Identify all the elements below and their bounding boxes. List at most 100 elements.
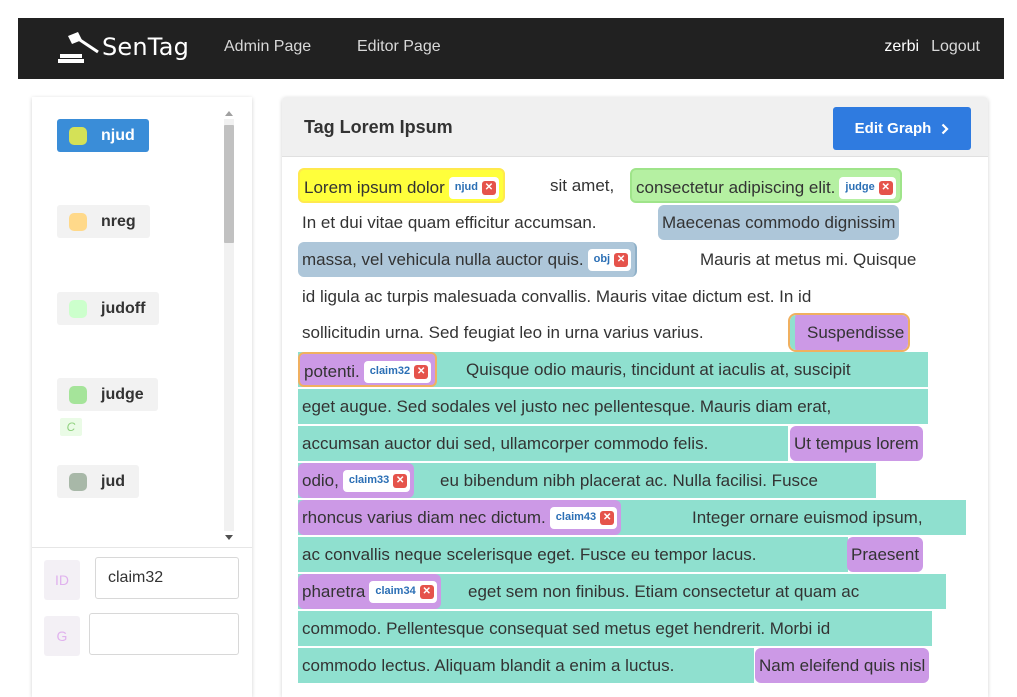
- nav-admin-page[interactable]: Admin Page: [224, 38, 311, 56]
- panel-title: Tag Lorem Ipsum: [304, 117, 453, 137]
- tag-span-obj[interactable]: Maecenas commodo dignissim: [658, 205, 900, 240]
- chip-label: njud: [454, 181, 478, 194]
- g-field-label: G: [44, 616, 80, 656]
- brand[interactable]: SenTag: [58, 30, 189, 64]
- panel-header: Tag Lorem Ipsum Edit Graph: [282, 97, 988, 157]
- span-text: massa, vel vehicula nulla auctor quis.: [302, 250, 584, 269]
- tag-sidebar: njud nreg judoff judge C jud ID G: [32, 97, 252, 697]
- edit-graph-button[interactable]: Edit Graph: [833, 107, 971, 150]
- brand-name: SenTag: [102, 33, 190, 61]
- tag-span-njud[interactable]: Lorem ipsum dolor njud ✕: [298, 168, 505, 203]
- plain-text: Mauris at metus mi. Quisque: [700, 250, 917, 269]
- plain-text: In et dui vitae quam efficitur accumsan.: [302, 213, 597, 232]
- id-field-label: ID: [44, 560, 80, 600]
- tag-chip[interactable]: obj ✕: [587, 248, 632, 271]
- close-icon[interactable]: ✕: [419, 584, 434, 599]
- plain-text: Integer ornare euismod ipsum,: [692, 508, 923, 527]
- plain-text: eget augue. Sed sodales vel justo nec pe…: [302, 397, 832, 416]
- span-text: Praesent: [851, 545, 920, 564]
- close-icon[interactable]: ✕: [393, 473, 408, 488]
- tag-color-swatch: [69, 472, 87, 491]
- close-icon[interactable]: ✕: [600, 510, 615, 525]
- plain-text: eu bibendum nibh placerat ac. Nulla faci…: [440, 471, 818, 490]
- tag-span-obj[interactable]: massa, vel vehicula nulla auctor quis. ob…: [298, 242, 638, 277]
- tag-label: jud: [101, 472, 125, 490]
- top-navbar: SenTag Admin Page Editor Page zerbi Logo…: [18, 18, 1004, 79]
- tag-button-njud[interactable]: njud: [57, 119, 149, 152]
- tag-color-swatch: [69, 385, 87, 404]
- plain-text: id ligula ac turpis malesuada convallis.…: [302, 287, 812, 306]
- chevron-right-icon: [942, 123, 949, 134]
- chip-label: obj: [593, 253, 611, 266]
- plain-text: eget sem non finibus. Etiam consectetur …: [468, 582, 860, 601]
- tag-chip[interactable]: njud ✕: [448, 176, 499, 199]
- username[interactable]: zerbi: [884, 38, 919, 56]
- close-icon[interactable]: ✕: [614, 252, 629, 267]
- span-text: odio,: [302, 471, 339, 490]
- tag-button-nreg[interactable]: nreg: [57, 205, 150, 238]
- span-text: Nam eleifend quis nisl: [759, 656, 926, 675]
- plain-text: sollicitudin urna. Sed feugiat leo in ur…: [302, 323, 704, 342]
- chip-label: claim33: [348, 474, 390, 487]
- scroll-down-icon[interactable]: [225, 535, 233, 540]
- close-icon[interactable]: ✕: [482, 180, 496, 195]
- tag-span-judge[interactable]: consectetur adipiscing elit. judge ✕: [630, 168, 902, 203]
- tag-chip[interactable]: claim34 ✕: [369, 580, 437, 603]
- tag-color-swatch: [69, 212, 87, 231]
- plain-text: ac convallis neque scelerisque eget. Fus…: [302, 545, 757, 564]
- plain-text: sit amet,: [550, 176, 615, 195]
- tag-color-swatch: [69, 299, 87, 318]
- span-text: consectetur adipiscing elit.: [636, 178, 836, 197]
- plain-text: commodo lectus. Aliquam blandit a enim a…: [302, 656, 675, 675]
- span-text: Ut tempus lorem: [794, 434, 919, 453]
- span-text: pharetra: [302, 582, 366, 601]
- g-input[interactable]: [89, 613, 239, 655]
- tag-chip[interactable]: claim43 ✕: [549, 506, 618, 529]
- close-icon[interactable]: ✕: [878, 180, 893, 195]
- tag-label: njud: [101, 126, 135, 144]
- plain-text: accumsan auctor dui sed, ullamcorper com…: [302, 434, 709, 453]
- sidebar-divider: [32, 547, 252, 548]
- chip-label: claim43: [555, 511, 597, 524]
- scroll-thumb[interactable]: [224, 125, 234, 243]
- tag-label: judoff: [101, 299, 146, 317]
- tag-span-claim43[interactable]: rhoncus varius diam nec dictum. claim43 ✕: [298, 500, 622, 535]
- chip-label: claim32: [369, 365, 411, 378]
- nav-user-area: zerbi Logout: [884, 38, 980, 56]
- tag-span-claim34[interactable]: pharetra claim34 ✕: [298, 574, 441, 609]
- span-text: potenti.: [304, 362, 360, 381]
- scroll-up-icon[interactable]: [225, 111, 233, 116]
- tag-span-claim32[interactable]: Suspendisse: [787, 313, 911, 352]
- close-icon[interactable]: ✕: [414, 364, 429, 379]
- tag-sub-badge[interactable]: C: [60, 418, 82, 436]
- tag-span-claim33[interactable]: Ut tempus lorem: [790, 426, 923, 461]
- tag-list-scrollbar[interactable]: [222, 105, 236, 545]
- span-text: Suspendisse: [807, 323, 905, 342]
- tag-span-claim33[interactable]: odio, claim33 ✕: [298, 463, 415, 498]
- gavel-icon: [58, 32, 99, 63]
- tag-list[interactable]: njud nreg judoff judge C jud: [32, 97, 252, 547]
- chip-label: claim34: [375, 585, 416, 598]
- tag-label: judge: [101, 385, 144, 403]
- logout-link[interactable]: Logout: [931, 38, 980, 56]
- plain-text: Quisque odio mauris, tincidunt at iaculi…: [466, 360, 851, 379]
- nav-editor-page[interactable]: Editor Page: [357, 38, 441, 56]
- span-text: Maecenas commodo dignissim: [662, 213, 896, 232]
- tag-chip[interactable]: claim33 ✕: [342, 469, 411, 492]
- tag-label: nreg: [101, 212, 136, 230]
- span-text: Lorem ipsum dolor: [304, 178, 445, 197]
- chip-label: judge: [845, 181, 875, 194]
- tag-chip[interactable]: claim32 ✕: [363, 360, 432, 383]
- tag-button-judoff[interactable]: judoff: [57, 292, 160, 325]
- tag-span-claim34[interactable]: Praesent: [847, 537, 924, 572]
- id-input[interactable]: [95, 557, 239, 599]
- span-text: rhoncus varius diam nec dictum.: [302, 508, 546, 527]
- tag-span-claim32[interactable]: potenti. claim32 ✕: [298, 352, 438, 387]
- edit-graph-label: Edit Graph: [854, 120, 932, 137]
- tag-chip[interactable]: judge ✕: [839, 176, 896, 199]
- tag-button-judge[interactable]: judge: [57, 378, 158, 411]
- tag-button-jud[interactable]: jud: [57, 465, 139, 498]
- plain-text: commodo. Pellentesque consequat sed metu…: [302, 619, 831, 638]
- tag-color-swatch: [69, 126, 87, 145]
- tag-span-claim[interactable]: Nam eleifend quis nisl: [755, 648, 930, 683]
